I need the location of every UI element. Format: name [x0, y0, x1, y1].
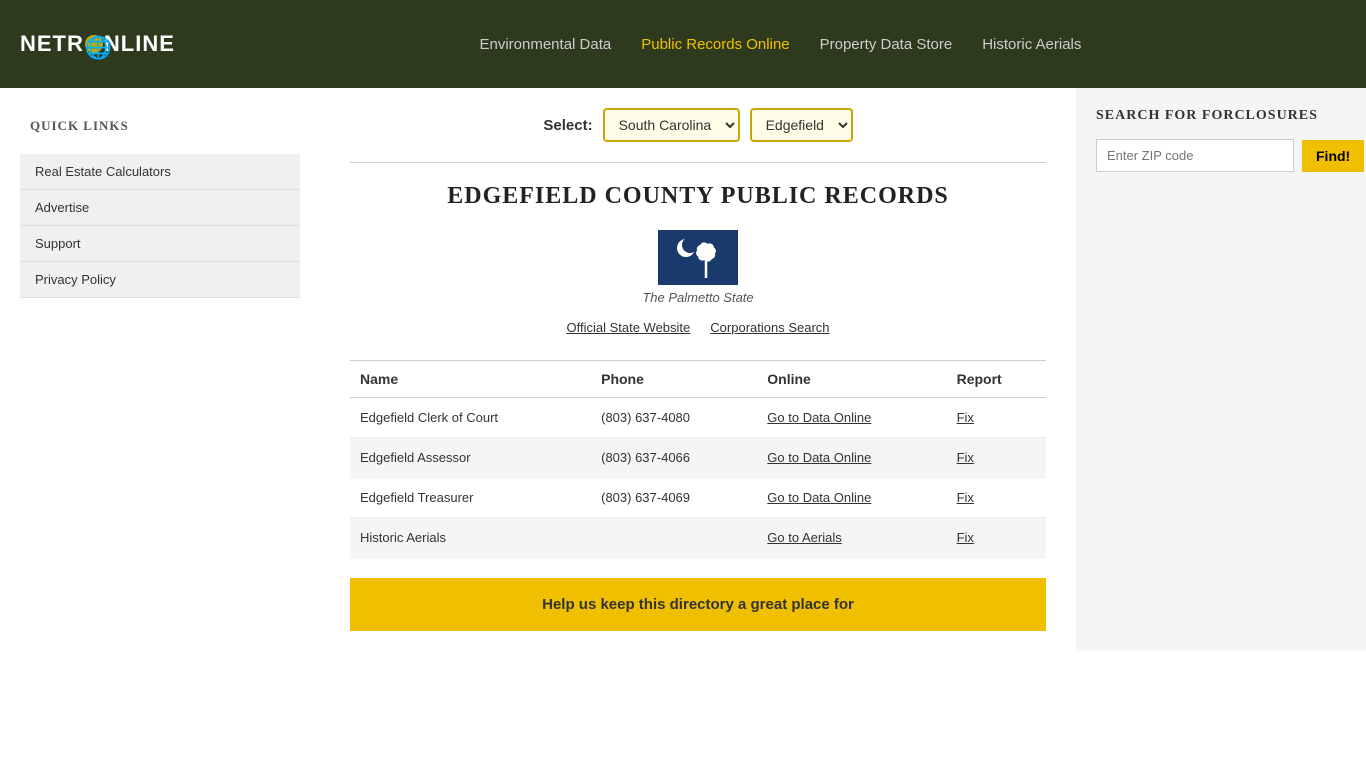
col-report: Report	[947, 361, 1046, 398]
foreclosure-title: Search for Forclosures	[1096, 108, 1346, 124]
nav-historic-aerials[interactable]: Historic Aerials	[982, 36, 1081, 53]
select-label: Select:	[543, 117, 592, 134]
logo[interactable]: NETR🌐NLINE	[20, 31, 175, 57]
col-online: Online	[757, 361, 946, 398]
sidebar-item-real-estate[interactable]: Real Estate Calculators	[20, 154, 300, 190]
row-phone	[591, 518, 757, 558]
row-online-link[interactable]: Go to Aerials	[767, 530, 841, 545]
main-content: Select: South Carolina Alabama Alaska Ar…	[320, 88, 1076, 651]
sidebar-item-privacy[interactable]: Privacy Policy	[20, 262, 300, 298]
row-report-link[interactable]: Fix	[957, 450, 974, 465]
flag-container: The Palmetto State	[350, 230, 1046, 305]
row-online-link[interactable]: Go to Data Online	[767, 490, 871, 505]
row-name: Historic Aerials	[350, 518, 591, 558]
county-section: Edgefield County Public Records The Palm…	[350, 162, 1046, 631]
globe-icon: 🌐	[85, 35, 103, 53]
sidebar: Quick Links Real Estate Calculators Adve…	[0, 88, 320, 651]
nav-public-records[interactable]: Public Records Online	[641, 36, 789, 53]
table-row: Historic Aerials Go to Aerials Fix	[350, 518, 1046, 558]
state-select[interactable]: South Carolina Alabama Alaska Arizona	[603, 108, 740, 142]
table-row: Edgefield Assessor(803) 637-4066 Go to Da…	[350, 438, 1046, 478]
find-button[interactable]: Find!	[1302, 140, 1364, 172]
nav-property-data-store[interactable]: Property Data Store	[820, 36, 953, 53]
zip-code-input[interactable]	[1096, 139, 1294, 172]
flag-caption: The Palmetto State	[350, 290, 1046, 305]
quick-links-title: Quick Links	[20, 108, 300, 144]
row-name: Edgefield Treasurer	[350, 478, 591, 518]
right-panel: Search for Forclosures Find!	[1076, 88, 1366, 651]
county-select[interactable]: Edgefield Abbeville Aiken	[750, 108, 853, 142]
row-phone: (803) 637-4066	[591, 438, 757, 478]
state-links: Official State Website Corporations Sear…	[350, 320, 1046, 335]
col-name: Name	[350, 361, 591, 398]
records-table: Name Phone Online Report Edgefield Clerk…	[350, 360, 1046, 558]
foreclosure-form: Find!	[1096, 139, 1346, 172]
row-name: Edgefield Clerk of Court	[350, 398, 591, 438]
sidebar-item-advertise[interactable]: Advertise	[20, 190, 300, 226]
col-phone: Phone	[591, 361, 757, 398]
main-header: NETR🌐NLINE Environmental Data Public Rec…	[0, 0, 1366, 88]
table-row: Edgefield Treasurer(803) 637-4069 Go to D…	[350, 478, 1046, 518]
county-title: Edgefield County Public Records	[350, 183, 1046, 210]
row-online-link[interactable]: Go to Data Online	[767, 450, 871, 465]
select-row: Select: South Carolina Alabama Alaska Ar…	[350, 108, 1046, 142]
row-report-link[interactable]: Fix	[957, 410, 974, 425]
bottom-banner: Help us keep this directory a great plac…	[350, 578, 1046, 631]
main-nav: Environmental Data Public Records Online…	[215, 36, 1346, 53]
row-phone: (803) 637-4069	[591, 478, 757, 518]
sc-flag	[658, 230, 738, 285]
sidebar-item-support[interactable]: Support	[20, 226, 300, 262]
table-row: Edgefield Clerk of Court(803) 637-4080 Go…	[350, 398, 1046, 438]
row-report-link[interactable]: Fix	[957, 530, 974, 545]
row-report-link[interactable]: Fix	[957, 490, 974, 505]
official-state-website-link[interactable]: Official State Website	[566, 320, 690, 335]
row-name: Edgefield Assessor	[350, 438, 591, 478]
corporations-search-link[interactable]: Corporations Search	[710, 320, 829, 335]
row-phone: (803) 637-4080	[591, 398, 757, 438]
row-online-link[interactable]: Go to Data Online	[767, 410, 871, 425]
nav-environmental-data[interactable]: Environmental Data	[479, 36, 611, 53]
